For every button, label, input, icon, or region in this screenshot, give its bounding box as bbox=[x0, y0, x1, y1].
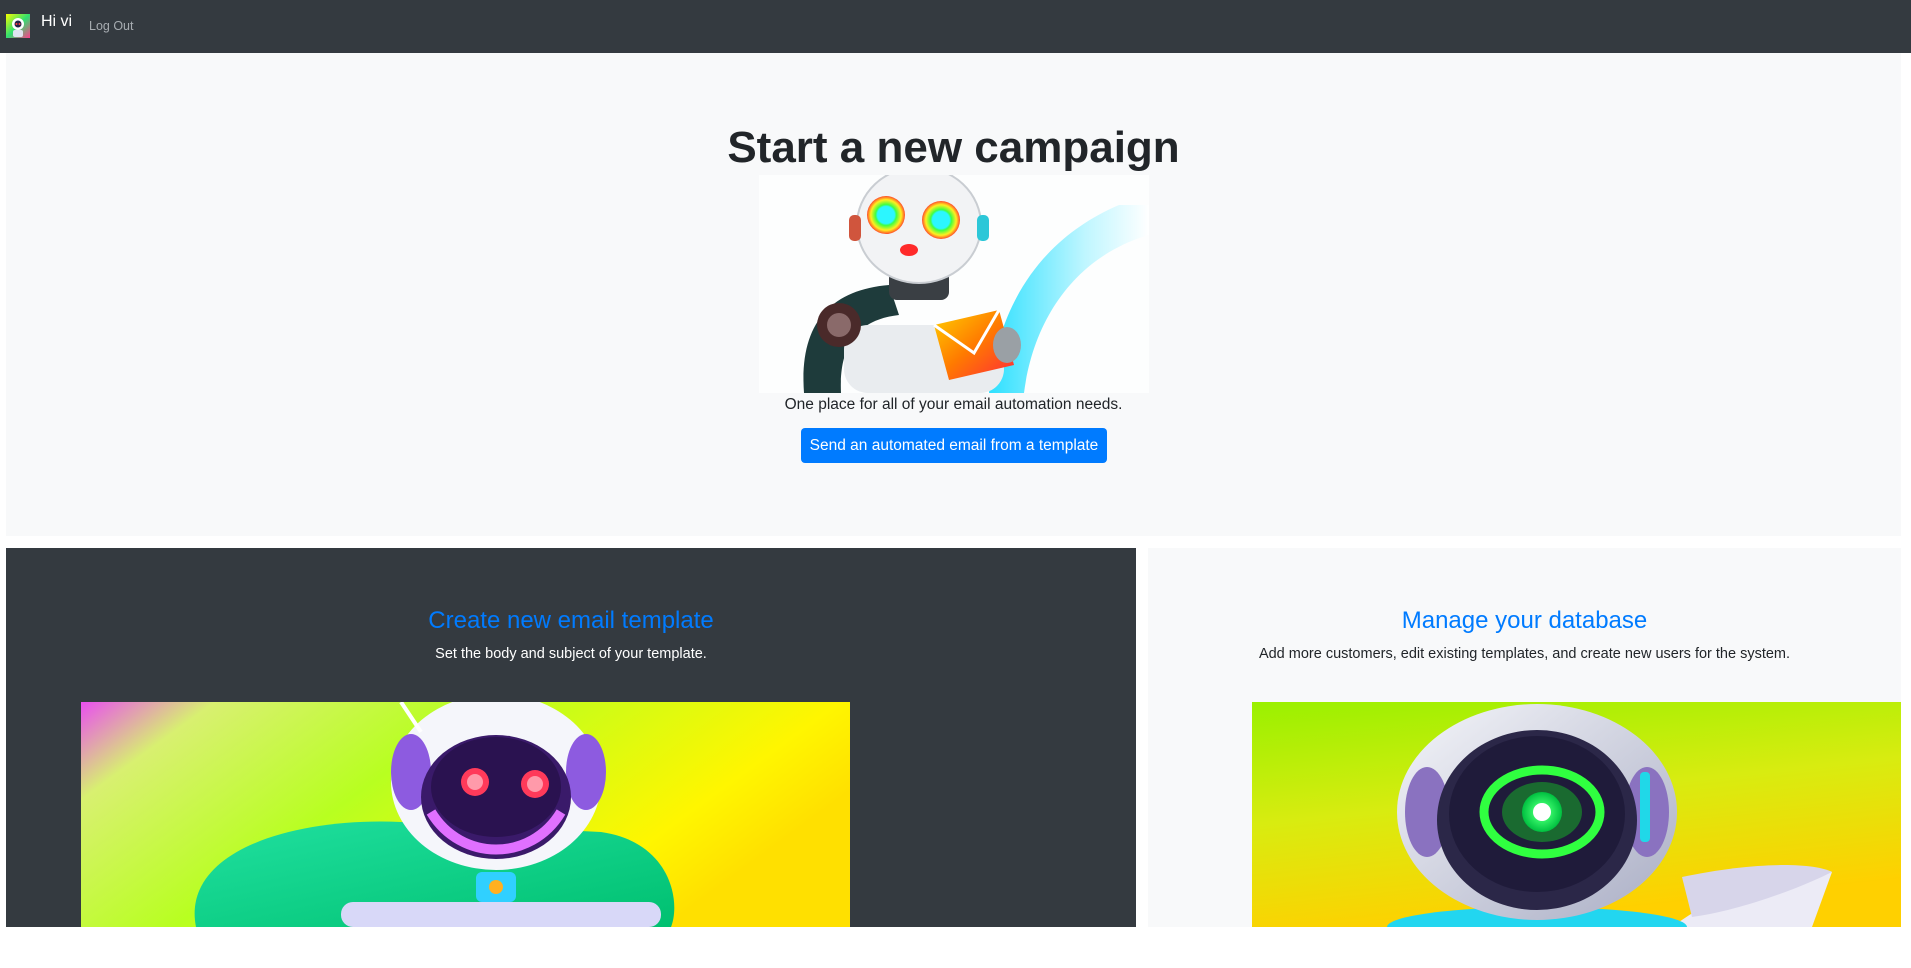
send-automated-email-button[interactable]: Send an automated email from a template bbox=[801, 428, 1107, 463]
manage-database-description: Add more customers, edit existing templa… bbox=[1258, 646, 1791, 662]
create-template-title[interactable]: Create new email template bbox=[6, 606, 1136, 636]
manage-database-card: Manage your database Add more customers,… bbox=[1148, 548, 1901, 927]
template-robot-image bbox=[81, 702, 850, 927]
create-template-card: Create new email template Set the body a… bbox=[6, 548, 1136, 927]
greeting-text: Hi vi bbox=[41, 13, 73, 30]
logout-link[interactable]: Log Out bbox=[89, 18, 133, 34]
hero-section: Start a new campaign One place for all o… bbox=[6, 53, 1901, 536]
navbar: Hi vi Log Out bbox=[0, 0, 1911, 53]
user-avatar-icon[interactable] bbox=[6, 14, 30, 38]
page-title: Start a new campaign bbox=[727, 123, 1180, 172]
database-robot-image bbox=[1252, 702, 1901, 927]
manage-database-title[interactable]: Manage your database bbox=[1148, 606, 1901, 636]
hero-robot-image bbox=[759, 175, 1149, 393]
create-template-description: Set the body and subject of your templat… bbox=[435, 646, 707, 662]
hero-tagline: One place for all of your email automati… bbox=[784, 396, 1123, 413]
